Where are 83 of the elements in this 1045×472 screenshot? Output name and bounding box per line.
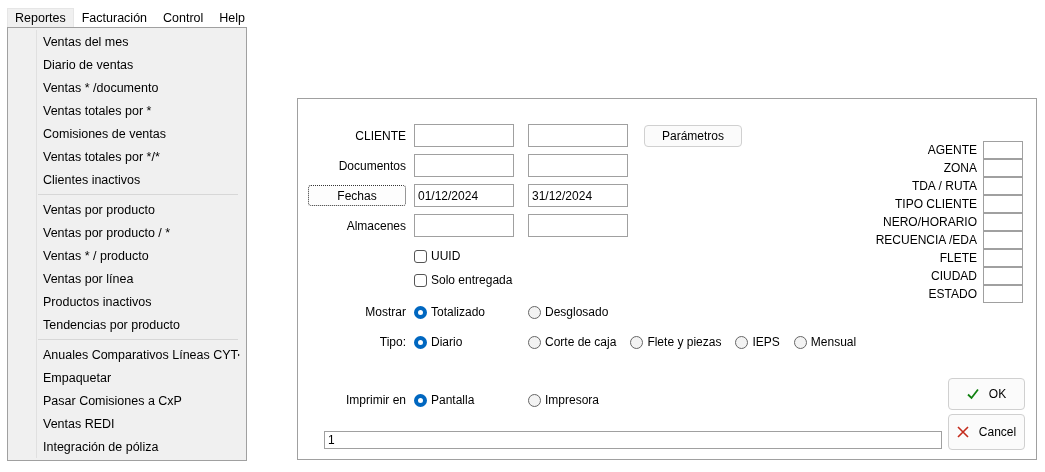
menu-item[interactable]: Ventas totales por *	[8, 99, 246, 122]
dates-button[interactable]: Fechas	[308, 185, 406, 206]
radio-button[interactable]	[414, 393, 427, 407]
status-field[interactable]: 1	[324, 431, 942, 449]
group-label: Imprimir en	[345, 393, 407, 407]
radio-label: Desglosado	[545, 305, 609, 319]
menu-item[interactable]: Clientes inactivos	[8, 168, 246, 191]
field-label: Almacenes	[345, 218, 407, 233]
filter-label: NERO/HORARIO	[883, 215, 977, 229]
radio-button[interactable]	[528, 393, 541, 407]
radio-label: Corte de caja	[545, 335, 617, 349]
input-field[interactable]	[528, 214, 628, 237]
filter-field[interactable]	[983, 248, 1023, 267]
cancel-button[interactable]: Cancel	[948, 414, 1025, 450]
input-field[interactable]	[528, 124, 628, 147]
menu-item[interactable]: Pasar Comisiones a CxP	[8, 389, 246, 412]
menu-item[interactable]: Tendencias por producto	[8, 313, 246, 336]
radio-label: Pantalla	[431, 393, 475, 407]
group-label: Mostrar	[364, 305, 407, 319]
ok-button[interactable]: OK	[948, 378, 1025, 410]
filter-label: ESTADO	[928, 287, 977, 301]
filter-label: RECUENCIA /EDA	[875, 233, 977, 247]
group-label: Tipo:	[378, 335, 407, 349]
field-label: CLIENTE	[354, 128, 407, 143]
input-field[interactable]	[414, 124, 514, 147]
radio-button[interactable]	[735, 335, 749, 349]
checkmark-icon	[966, 388, 979, 400]
filter-label: FLETE	[939, 251, 977, 265]
filter-field[interactable]	[983, 158, 1023, 177]
menu-bar-item[interactable]: Help	[211, 8, 254, 29]
checkbox-label: UUID	[431, 249, 461, 263]
parameters-button[interactable]: Parámetros	[644, 124, 742, 147]
filter-field[interactable]	[983, 230, 1023, 249]
checkbox[interactable]	[414, 249, 427, 263]
menu-item[interactable]: Comisiones de ventas	[8, 122, 246, 145]
close-icon	[956, 426, 969, 438]
menu-item[interactable]: Ventas por línea	[8, 267, 246, 290]
menu-bar-item[interactable]: Control	[155, 8, 212, 29]
radio-button[interactable]	[528, 305, 541, 319]
filter-label: CIUDAD	[931, 269, 977, 283]
filter-field[interactable]	[983, 284, 1023, 303]
radio-label: IEPS	[752, 335, 780, 349]
menu-item[interactable]: Ventas totales por */*	[8, 145, 246, 168]
menu-item[interactable]: Ventas por producto / *	[8, 221, 246, 244]
radio-button[interactable]	[793, 335, 807, 349]
menu-item[interactable]: Ventas * /documento	[8, 76, 246, 99]
menu-item[interactable]: Productos inactivos	[8, 290, 246, 313]
filter-field[interactable]	[983, 266, 1023, 285]
menu-item[interactable]: Integración de póliza	[8, 435, 246, 458]
input-field[interactable]	[414, 154, 514, 177]
radio-button[interactable]	[528, 335, 541, 349]
menu-item[interactable]: Ventas * / producto	[8, 244, 246, 267]
checkbox-label: Solo entregada	[431, 273, 513, 287]
checkbox[interactable]	[414, 273, 427, 287]
radio-label: Mensual	[810, 335, 857, 349]
input-field[interactable]	[528, 154, 628, 177]
radio-label: Totalizado	[431, 305, 486, 319]
radio-label: Diario	[431, 335, 463, 349]
filter-label: ZONA	[943, 161, 977, 175]
filter-label: AGENTE	[927, 143, 977, 157]
radio-button[interactable]	[414, 305, 427, 319]
menu-item[interactable]: Empaquetar	[8, 366, 246, 389]
menu-item[interactable]: Diario de ventas	[8, 53, 246, 76]
menu-item[interactable]: Ventas por producto	[8, 198, 246, 221]
field-label: Documentos	[337, 158, 407, 173]
filter-field[interactable]	[983, 212, 1023, 231]
filter-field[interactable]	[983, 140, 1023, 159]
input-field[interactable]: 31/12/2024	[528, 184, 628, 207]
filter-field[interactable]	[983, 194, 1023, 213]
filter-field[interactable]	[983, 176, 1023, 195]
radio-button[interactable]	[414, 335, 427, 349]
menu-bar-item[interactable]: Reportes	[7, 8, 74, 28]
input-field[interactable]	[414, 214, 514, 237]
menu-bar-item[interactable]: Facturación	[73, 8, 156, 29]
filter-label: TDA / RUTA	[911, 179, 977, 193]
radio-label: Flete y piezas	[647, 335, 722, 349]
radio-label: Impresora	[545, 393, 600, 407]
filter-label: TIPO CLIENTE	[895, 197, 977, 211]
input-field[interactable]: 01/12/2024	[414, 184, 514, 207]
radio-button[interactable]	[630, 335, 644, 349]
menu-item[interactable]: Anuales Comparativos Líneas CYT	[8, 343, 246, 366]
menu-item[interactable]: Ventas del mes	[8, 30, 246, 53]
menu-item[interactable]: Ventas REDI	[8, 412, 246, 435]
